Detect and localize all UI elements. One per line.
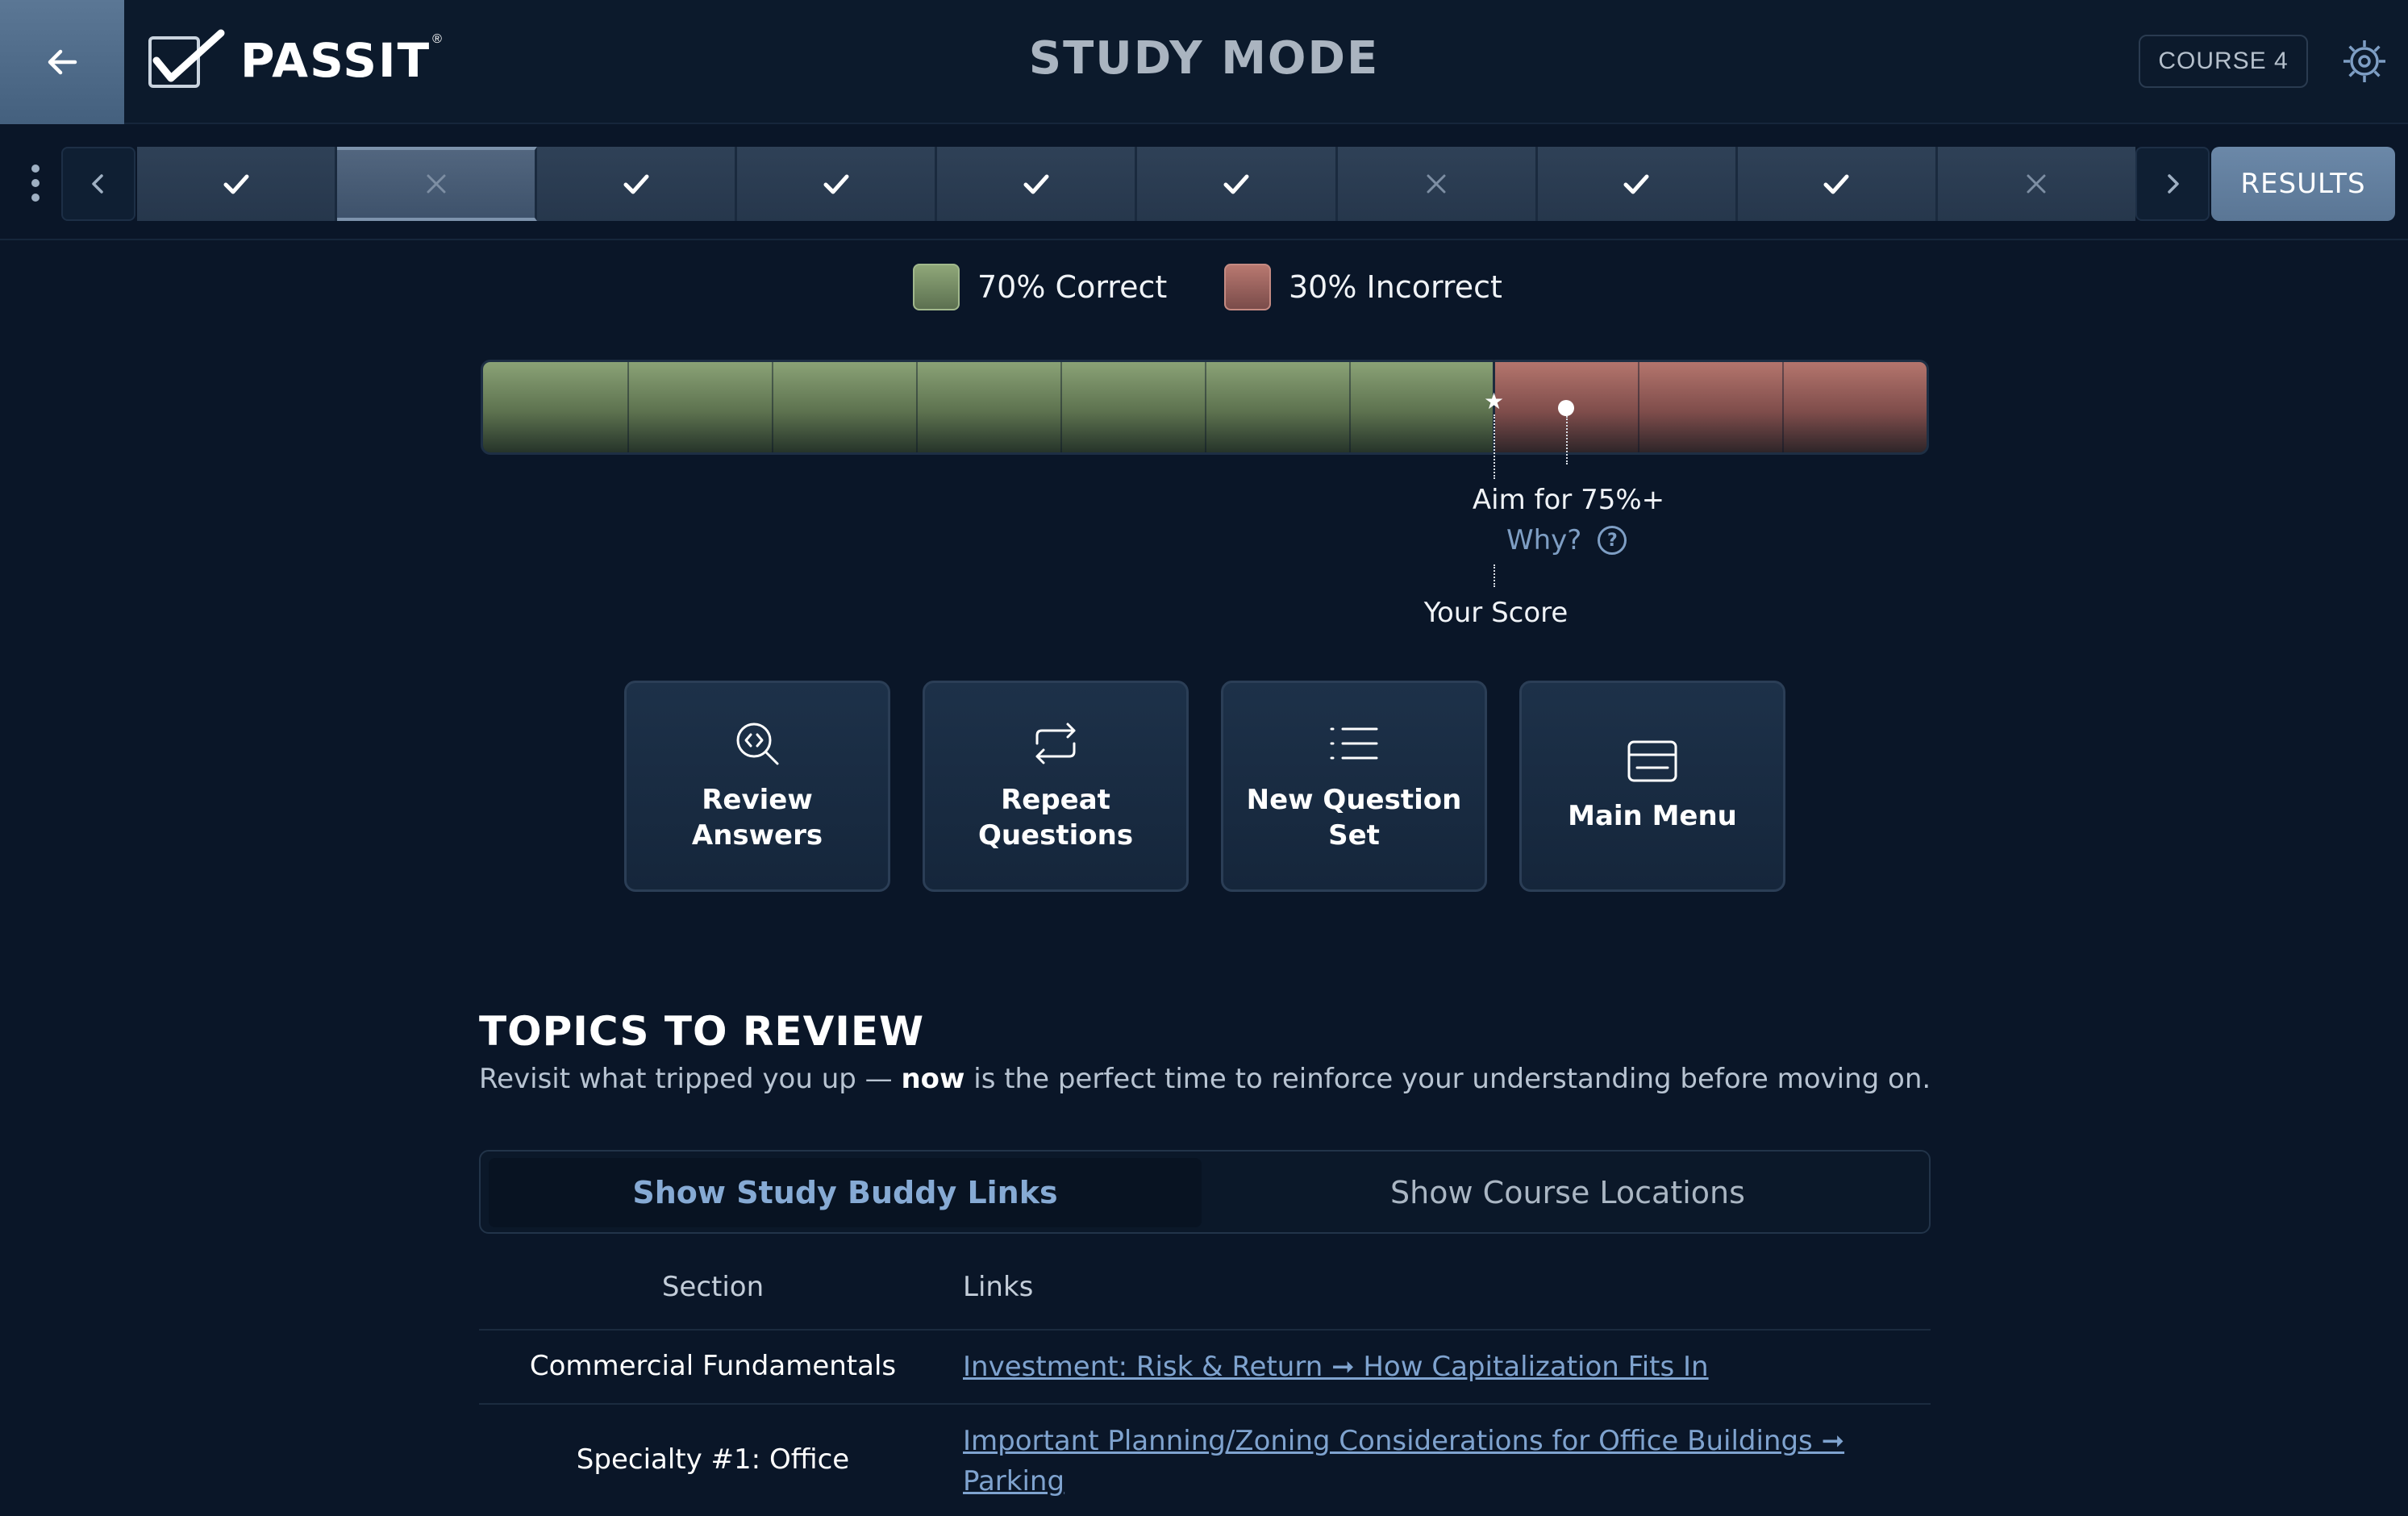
question-cell-6[interactable] xyxy=(1137,147,1338,221)
main-menu-label: Main Menu xyxy=(1568,800,1737,832)
target-marker-line xyxy=(1565,416,1568,464)
target-marker xyxy=(1557,400,1574,416)
previous-question-button[interactable] xyxy=(61,147,135,221)
incorrect-swatch xyxy=(1224,264,1271,310)
check-icon xyxy=(223,174,249,194)
links-toggle: Show Study Buddy Links Show Course Locat… xyxy=(479,1150,1931,1234)
score-bar-tick xyxy=(1205,362,1206,452)
score-bar-tick xyxy=(916,362,918,452)
score-marker-line xyxy=(1494,414,1495,479)
topics-title: TOPICS TO REVIEW xyxy=(479,1008,925,1055)
why-link[interactable]: Why? ? xyxy=(1506,524,1627,556)
check-icon xyxy=(1823,174,1849,194)
row-divider xyxy=(479,1403,1931,1405)
review-answers-label: Review Answers xyxy=(691,784,823,852)
check-icon xyxy=(823,174,849,194)
page-title: STUDY MODE xyxy=(1028,32,1380,85)
legend-correct: 70% Correct xyxy=(913,261,1167,313)
check-icon xyxy=(1023,174,1049,194)
settings-button[interactable] xyxy=(2339,35,2390,87)
section-column-header: Section xyxy=(661,1271,764,1303)
why-label: Why? xyxy=(1506,524,1582,556)
repeat-icon xyxy=(1035,723,1076,764)
show-study-buddy-links-tab[interactable]: Show Study Buddy Links xyxy=(489,1158,1202,1227)
x-icon xyxy=(1427,174,1446,194)
topics-subtitle-emphasis: now xyxy=(901,1063,965,1095)
course-badge[interactable]: COURSE 4 xyxy=(2139,35,2308,88)
chevron-left-icon xyxy=(92,174,103,194)
topics-subtitle-end: is the perfect time to reinforce your un… xyxy=(964,1063,1931,1095)
question-cell-10[interactable] xyxy=(1937,147,2135,221)
incorrect-label: 30% Incorrect xyxy=(1289,269,1502,305)
question-cell-7[interactable] xyxy=(1337,147,1538,221)
score-bar-tick xyxy=(1638,362,1639,452)
score-bar-tick xyxy=(1060,362,1062,452)
your-score-label: Your Score xyxy=(1423,597,1569,629)
score-legend: 70% Correct 30% Incorrect xyxy=(0,261,2408,313)
review-answers-button[interactable]: Review Answers xyxy=(624,681,890,892)
aim-label: Aim for 75%+ xyxy=(1472,484,1665,516)
topics-subtitle: Revisit what tripped you up — now is the… xyxy=(479,1063,1931,1095)
app-header: PASSIT ® STUDY MODE COURSE 4 xyxy=(0,0,2408,124)
chevron-right-icon xyxy=(2168,174,2179,194)
more-options-button[interactable] xyxy=(23,163,50,203)
score-bar-correct-fill xyxy=(483,362,1494,452)
action-buttons: Review Answers Repeat Questions New Ques… xyxy=(624,681,1785,892)
table-row-section: Specialty #1: Office xyxy=(576,1443,850,1476)
question-cell-1[interactable] xyxy=(137,147,338,221)
question-cell-3[interactable] xyxy=(537,147,738,221)
links-column-header: Links xyxy=(963,1271,1034,1303)
topics-subtitle-start: Revisit what tripped you up — xyxy=(479,1063,902,1095)
next-question-button[interactable] xyxy=(2135,147,2210,221)
question-cell-4[interactable] xyxy=(737,147,938,221)
question-cell-9[interactable] xyxy=(1737,147,1938,221)
x-icon xyxy=(427,174,446,194)
list-icon xyxy=(1330,727,1378,760)
table-row-section: Commercial Fundamentals xyxy=(529,1350,897,1382)
row-divider xyxy=(479,1329,1931,1331)
check-icon xyxy=(623,174,649,194)
score-marker-line-lower xyxy=(1494,564,1495,587)
results-button[interactable]: RESULTS xyxy=(2211,147,2395,221)
question-navigator: RESULTS xyxy=(0,126,2408,240)
star-icon: ★ xyxy=(1484,389,1505,414)
review-search-icon xyxy=(736,723,779,765)
table-row-link[interactable]: Investment: Risk & Return ➞ How Capitali… xyxy=(963,1347,1850,1387)
legend-incorrect: 30% Incorrect xyxy=(1224,261,1502,313)
repeat-questions-button[interactable]: Repeat Questions xyxy=(923,681,1189,892)
score-bar-tick xyxy=(1349,362,1351,452)
table-row-link[interactable]: Important Planning/Zoning Considerations… xyxy=(963,1421,1850,1501)
check-icon xyxy=(1623,174,1649,194)
score-bar-tick xyxy=(1782,362,1784,452)
gear-icon xyxy=(2343,40,2385,82)
main-menu-button[interactable]: Main Menu xyxy=(1519,681,1785,892)
menu-card-icon xyxy=(1627,740,1677,782)
score-bar-tick xyxy=(772,362,773,452)
correct-label: 70% Correct xyxy=(977,269,1168,305)
question-cell-5[interactable] xyxy=(937,147,1138,221)
show-course-locations-tab[interactable]: Show Course Locations xyxy=(1211,1158,1924,1227)
check-icon xyxy=(1223,174,1249,194)
new-question-set-button[interactable]: New Question Set xyxy=(1221,681,1487,892)
question-cell-2[interactable] xyxy=(337,147,538,221)
x-icon xyxy=(2027,174,2046,194)
new-question-set-label: New Question Set xyxy=(1246,784,1462,852)
repeat-questions-label: Repeat Questions xyxy=(977,784,1134,852)
score-bar-tick xyxy=(627,362,629,452)
score-bar xyxy=(481,360,1929,455)
question-cell-8[interactable] xyxy=(1537,147,1738,221)
question-mark-icon: ? xyxy=(1598,526,1627,555)
question-strip xyxy=(137,147,2135,221)
correct-swatch xyxy=(913,264,960,310)
